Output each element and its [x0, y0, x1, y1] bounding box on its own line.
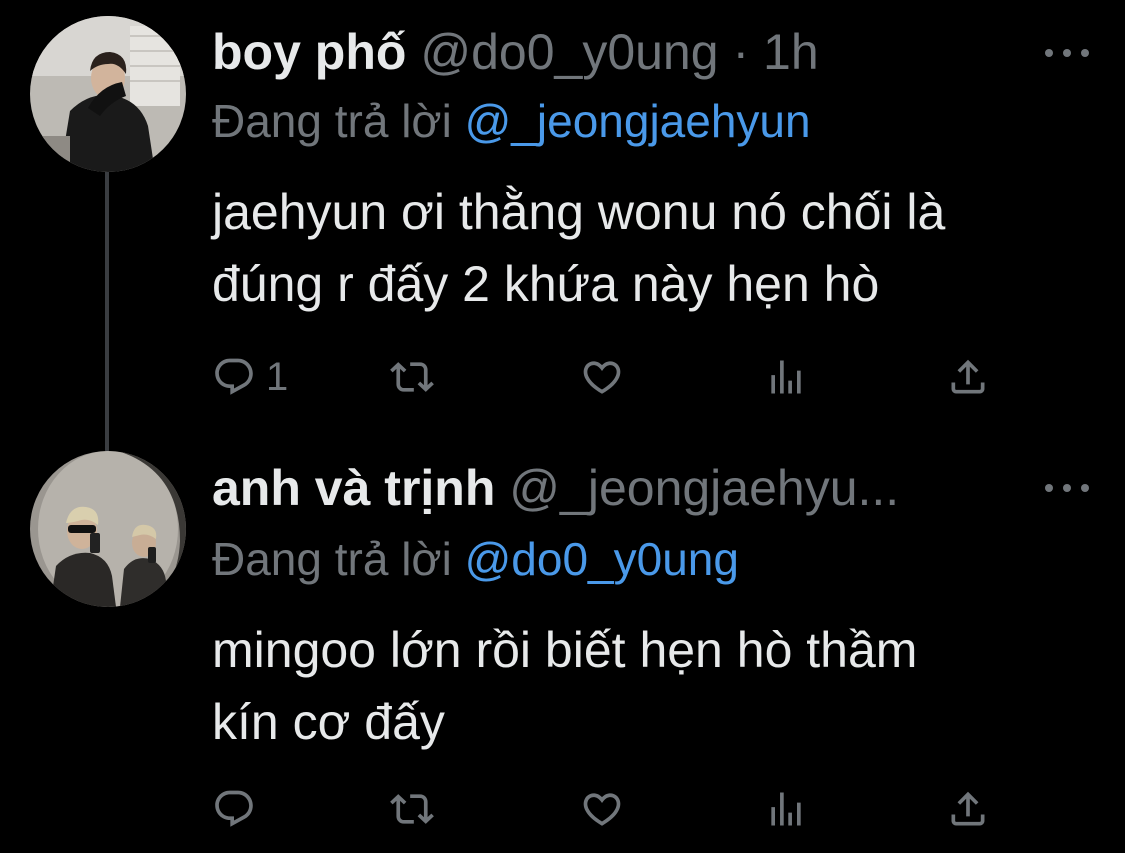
like-button[interactable] — [580, 355, 624, 399]
tweet-text-line: đúng r đấy 2 khứa này hẹn hò — [212, 256, 880, 312]
reply-button[interactable]: 1 — [212, 355, 288, 399]
reply-count: 1 — [266, 354, 289, 399]
share-button[interactable] — [946, 355, 990, 399]
share-icon — [951, 791, 985, 826]
replying-to-label: Đang trả lời — [212, 533, 452, 585]
replying-to: Đang trả lời @do0_y0ung — [212, 530, 739, 588]
display-name[interactable]: anh và trịnh — [212, 460, 495, 516]
more-icon[interactable] — [1045, 473, 1089, 503]
tweet-text: jaehyun ơi thằng wonu nó chối là đúng r … — [212, 176, 1095, 320]
tweet-header: anh và trịnh @_jeongjaehyu... — [212, 458, 1065, 518]
retweet-button[interactable] — [390, 787, 434, 831]
display-name[interactable]: boy phố — [212, 24, 406, 80]
tweet-text-line: jaehyun ơi thằng wonu nó chối là — [212, 184, 946, 240]
reply-button[interactable] — [212, 787, 266, 831]
views-button[interactable] — [764, 355, 808, 399]
tweet[interactable]: boy phố @do0_y0ung · 1h Đang trả lời @_j… — [0, 0, 1125, 430]
retweet-icon — [390, 362, 434, 392]
views-button[interactable] — [764, 787, 808, 831]
separator-dot: · — [732, 24, 750, 80]
replying-to-label: Đang trả lời — [212, 95, 452, 147]
retweet-icon — [390, 794, 434, 824]
replying-to: Đang trả lời @_jeongjaehyun — [212, 92, 811, 150]
user-handle[interactable]: @_jeongjaehyu... — [509, 460, 899, 516]
tweet[interactable]: anh và trịnh @_jeongjaehyu... Đang trả l… — [0, 430, 1125, 853]
share-icon — [951, 359, 985, 394]
reply-mention-link[interactable]: @_jeongjaehyun — [465, 95, 811, 147]
timestamp[interactable]: 1h — [763, 24, 819, 80]
views-icon — [771, 792, 801, 826]
share-button[interactable] — [946, 787, 990, 831]
reply-icon — [215, 790, 253, 827]
reply-mention-link[interactable]: @do0_y0ung — [465, 533, 739, 585]
avatar[interactable] — [30, 451, 186, 607]
user-handle[interactable]: @do0_y0ung — [420, 24, 718, 80]
more-icon[interactable] — [1045, 38, 1089, 68]
reply-icon — [215, 358, 253, 395]
tweet-text-line: kín cơ đấy — [212, 694, 445, 750]
like-icon — [583, 793, 621, 826]
retweet-button[interactable] — [390, 355, 434, 399]
tweet-actions: 1 — [212, 355, 995, 399]
tweet-text-line: mingoo lớn rồi biết hẹn hò thầm — [212, 622, 918, 678]
tweet-actions — [212, 787, 995, 831]
tweet-header: boy phố @do0_y0ung · 1h — [212, 22, 1065, 82]
tweet-text: mingoo lớn rồi biết hẹn hò thầm kín cơ đ… — [212, 614, 1095, 758]
views-icon — [771, 360, 801, 394]
like-button[interactable] — [580, 787, 624, 831]
avatar[interactable] — [30, 16, 186, 172]
like-icon — [583, 361, 621, 394]
